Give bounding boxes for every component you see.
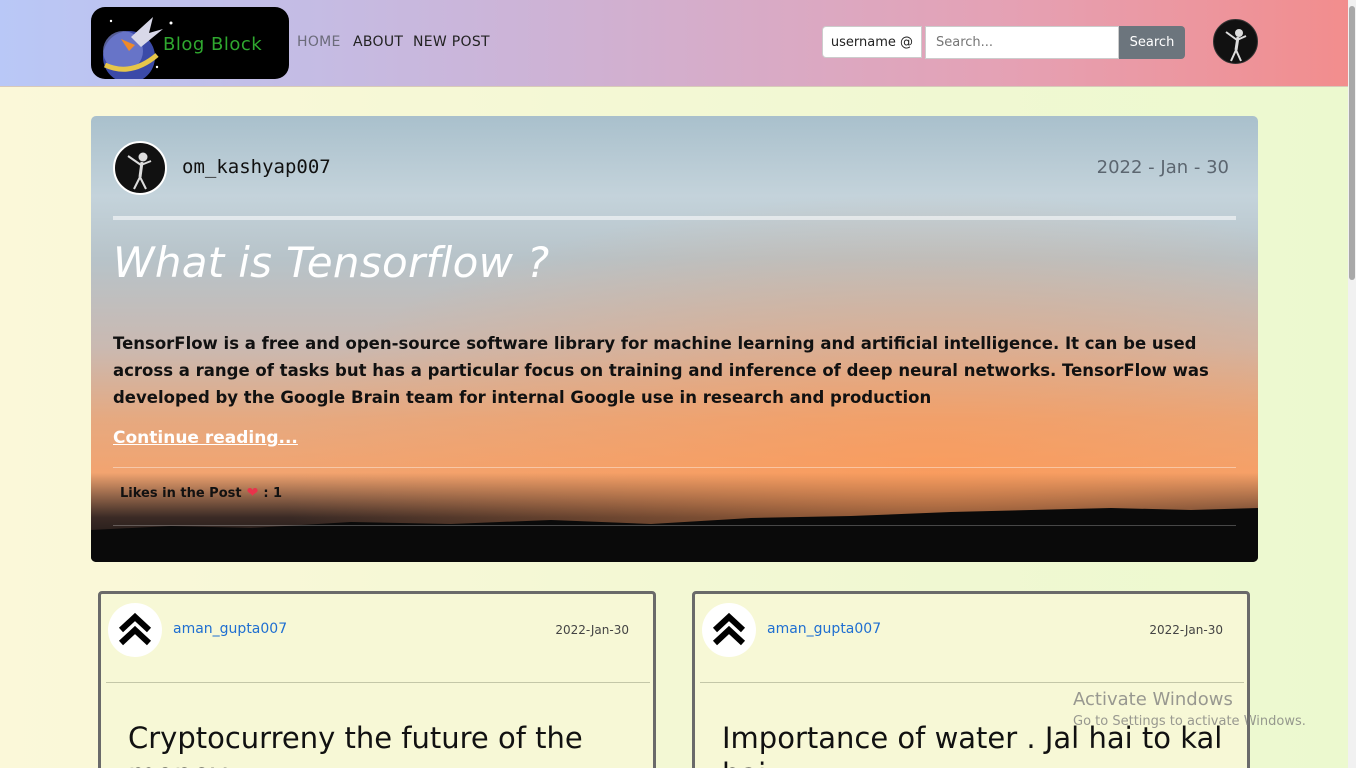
divider	[700, 682, 1244, 683]
post-title: What is Tensorflow ?	[113, 238, 550, 287]
nav-about-link[interactable]: ABOUT	[353, 34, 403, 50]
heart-icon[interactable]: ❤	[247, 485, 259, 501]
post-excerpt: TensorFlow is a free and open-source sof…	[113, 334, 1209, 407]
likes-counter: Likes in the Post ❤ : 1	[120, 485, 282, 501]
author-avatar[interactable]	[108, 603, 162, 657]
featured-post-card: om_kashyap007 2022 - Jan - 30 What is Te…	[91, 116, 1258, 562]
top-navbar: Blog Block HOME ABOUT NEW POST username …	[0, 0, 1348, 87]
nav-new-post-link[interactable]: NEW POST	[413, 34, 490, 50]
continue-reading-link[interactable]: Continue reading...	[113, 428, 298, 448]
post-card[interactable]: aman_gupta007 2022-Jan-30 Cryptocurreny …	[98, 591, 656, 768]
likes-label: Likes in the Post	[120, 485, 242, 501]
search-scope-select[interactable]: username @	[822, 26, 922, 58]
search-button[interactable]: Search	[1119, 26, 1185, 59]
activate-windows-watermark: Activate Windows Go to Settings to activ…	[1073, 689, 1306, 729]
author-avatar[interactable]	[113, 141, 167, 195]
user-avatar[interactable]	[1213, 19, 1258, 64]
post-title[interactable]: Cryptocurreny the future of the money	[128, 720, 648, 768]
divider	[113, 467, 1236, 468]
nav-home-link[interactable]: HOME	[297, 34, 341, 50]
likes-count: : 1	[263, 485, 283, 501]
post-date: 2022 - Jan - 30	[1096, 157, 1229, 178]
treeline-silhouette	[91, 508, 1258, 562]
divider	[113, 216, 1236, 220]
watermark-title: Activate Windows	[1073, 689, 1233, 710]
author-username[interactable]: aman_gupta007	[173, 621, 287, 637]
dab-skeleton-avatar-icon	[127, 152, 152, 190]
post-card[interactable]: aman_gupta007 2022-Jan-30 Importance of …	[692, 591, 1250, 768]
author-username[interactable]: om_kashyap007	[182, 156, 331, 178]
search-input[interactable]	[925, 26, 1119, 59]
post-date: 2022-Jan-30	[1149, 623, 1223, 637]
double-chevron-up-icon	[712, 612, 746, 646]
scrollbar-thumb[interactable]	[1349, 6, 1355, 280]
author-avatar[interactable]	[702, 603, 756, 657]
page-scrollbar[interactable]	[1348, 0, 1356, 768]
double-chevron-up-icon	[118, 612, 152, 646]
divider	[113, 525, 1236, 526]
logo-text: Blog Block	[163, 34, 263, 55]
dab-skeleton-avatar-icon	[1225, 29, 1247, 62]
author-username[interactable]: aman_gupta007	[767, 621, 881, 637]
watermark-subtitle: Go to Settings to activate Windows.	[1073, 714, 1306, 729]
site-logo[interactable]: Blog Block	[91, 7, 289, 79]
post-date: 2022-Jan-30	[555, 623, 629, 637]
divider	[106, 682, 650, 683]
